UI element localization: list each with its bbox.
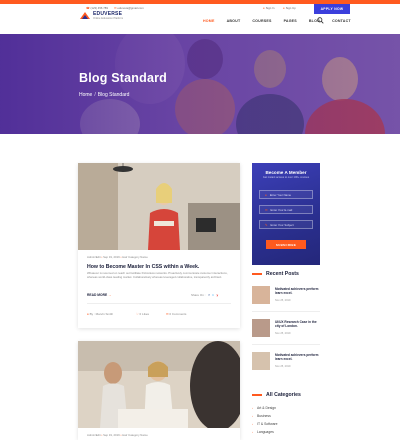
heading-accent bbox=[252, 273, 262, 275]
name-field[interactable]: ● Enter Your Name bbox=[259, 190, 313, 199]
recent-post-item[interactable]: UI/UX Research Case in the city of Londo… bbox=[252, 319, 320, 341]
logo-tagline: Online Education Platform bbox=[93, 17, 124, 20]
post-title[interactable]: How to Become Master In CSS within a Wee… bbox=[87, 264, 199, 270]
read-more-link[interactable]: READ MORE → bbox=[87, 293, 111, 297]
post-author-meta[interactable]: Admin/Edit bbox=[87, 255, 101, 259]
post-photo bbox=[78, 341, 240, 428]
recent-post-item[interactable]: Motivated achievers perform learn excel.… bbox=[252, 286, 320, 308]
nav-home[interactable]: HOME bbox=[203, 19, 215, 23]
user-icon: ● bbox=[263, 6, 265, 10]
subject-field[interactable]: ✎ Enter Your Subject bbox=[259, 220, 313, 229]
card-divider bbox=[87, 303, 231, 304]
category-item[interactable]: › Business bbox=[252, 414, 271, 418]
heart-icon: ♡ bbox=[136, 312, 139, 316]
mail-icon: ✉ bbox=[114, 6, 117, 10]
chevron-right-icon: › bbox=[252, 430, 253, 434]
recent-post-thumb[interactable] bbox=[252, 286, 270, 304]
post-date: Sep 19, 2019 bbox=[103, 433, 120, 437]
breadcrumb: Home / Blog Standard bbox=[79, 92, 129, 98]
post-author[interactable]: ● By : Marvin Smith bbox=[87, 312, 113, 316]
member-signup-box: Become A Member Get instant access to ov… bbox=[252, 163, 320, 265]
breadcrumb-separator: / bbox=[94, 92, 96, 98]
nav-about[interactable]: ABOUT bbox=[227, 19, 241, 23]
recent-post-date: Nov 25, 2019 bbox=[275, 332, 291, 335]
facebook-icon[interactable]: f bbox=[209, 293, 210, 297]
user-icon: ● bbox=[265, 192, 267, 197]
recent-post-date: Nov 25, 2019 bbox=[275, 299, 291, 302]
nav-contact[interactable]: CONTACT bbox=[332, 19, 351, 23]
breadcrumb-home[interactable]: Home bbox=[79, 92, 92, 98]
post-category[interactable]: Hair Category Name bbox=[122, 255, 148, 259]
twitter-icon[interactable]: t bbox=[213, 293, 214, 297]
mail-icon: ✉ bbox=[265, 207, 268, 212]
main-nav: HOME ABOUT COURSES PAGES BLOG CONTACT bbox=[203, 19, 363, 23]
chevron-right-icon: › bbox=[252, 414, 253, 418]
category-item[interactable]: › Languages bbox=[252, 430, 274, 434]
contact-email[interactable]: ✉edunova@gmail.com bbox=[114, 6, 144, 10]
hero-banner: Blog Standard Home / Blog Standard bbox=[0, 34, 400, 134]
recent-post-date: Nov 25, 2019 bbox=[275, 365, 291, 368]
apply-now-button[interactable]: APPLY NOW bbox=[314, 4, 350, 14]
share-label: Share On : bbox=[191, 293, 206, 297]
member-title: Become A Member bbox=[265, 170, 307, 175]
signin-link[interactable]: ●Sign In bbox=[263, 6, 274, 10]
chevron-right-icon: › bbox=[252, 406, 253, 410]
post-author-meta[interactable]: Admin/Edit bbox=[87, 433, 101, 437]
categories-heading: All Categories bbox=[252, 392, 301, 398]
share-bar: Share On : f t y bbox=[191, 293, 218, 297]
post-date: Sep 19, 2019 bbox=[103, 255, 120, 259]
category-item[interactable]: › IT & Software bbox=[252, 422, 277, 426]
breadcrumb-current: Blog Standard bbox=[97, 92, 130, 98]
recent-post-thumb[interactable] bbox=[252, 352, 270, 370]
post-image[interactable] bbox=[78, 163, 240, 250]
blog-post-card: Admin/Edit • Sep 19, 2019 • Hair Categor… bbox=[78, 163, 240, 328]
edit-icon: ✎ bbox=[265, 222, 268, 227]
subscribe-button[interactable]: SUBSCRIBE bbox=[266, 240, 306, 249]
recent-post-title[interactable]: UI/UX Research Case in the city of Londo… bbox=[275, 320, 321, 328]
member-subtitle: Get instant access to over 100+ courses bbox=[262, 176, 310, 179]
user-icon: ● bbox=[87, 312, 89, 316]
divider bbox=[252, 344, 320, 345]
post-meta: Admin/Edit • Sep 19, 2019 • Hair Categor… bbox=[87, 433, 148, 437]
recent-post-thumb[interactable] bbox=[252, 319, 270, 337]
phone-icon: ☎ bbox=[86, 6, 90, 10]
post-excerpt: Whatever is resumed on reach out facilit… bbox=[87, 271, 228, 279]
heading-accent bbox=[252, 394, 262, 396]
post-image[interactable] bbox=[78, 341, 240, 428]
chevron-right-icon: › bbox=[252, 422, 253, 426]
post-photo bbox=[78, 163, 240, 250]
arrow-right-icon: → bbox=[108, 293, 112, 297]
recent-post-item[interactable]: Motivated achievers perform learn excel.… bbox=[252, 352, 320, 374]
logo-icon[interactable] bbox=[79, 11, 91, 21]
page-title: Blog Standard bbox=[79, 71, 168, 85]
recent-post-title[interactable]: Motivated achievers perform learn excel. bbox=[275, 287, 321, 295]
nav-pages[interactable]: PAGES bbox=[284, 19, 297, 23]
youtube-icon[interactable]: y bbox=[217, 293, 219, 297]
contact-phone: ☎(123) 456 789 bbox=[86, 6, 108, 10]
divider bbox=[252, 311, 320, 312]
recent-post-title[interactable]: Motivated achievers perform learn excel. bbox=[275, 353, 321, 361]
site-header: EDUVERSE Online Education Platform ☎(123… bbox=[0, 4, 400, 34]
email-field[interactable]: ✉ Enter Your E-mail bbox=[259, 205, 313, 214]
blog-post-card: Admin/Edit • Sep 19, 2019 • Hair Categor… bbox=[78, 341, 240, 440]
post-comments[interactable]: ✉ 0 Comments bbox=[166, 312, 186, 316]
post-meta: Admin/Edit • Sep 19, 2019 • Hair Categor… bbox=[87, 255, 148, 259]
category-item[interactable]: › Art & Design bbox=[252, 406, 276, 410]
search-icon[interactable] bbox=[317, 17, 324, 24]
lock-icon: ● bbox=[283, 6, 285, 10]
recent-posts-heading: Recent Posts bbox=[252, 271, 299, 277]
hero-overlay bbox=[0, 34, 400, 134]
post-category[interactable]: Hair Category Name bbox=[122, 433, 148, 437]
post-likes[interactable]: ♡ 0 Likes bbox=[136, 312, 149, 316]
signup-link[interactable]: ●Sign Up bbox=[283, 6, 296, 10]
nav-courses[interactable]: COURSES bbox=[252, 19, 271, 23]
